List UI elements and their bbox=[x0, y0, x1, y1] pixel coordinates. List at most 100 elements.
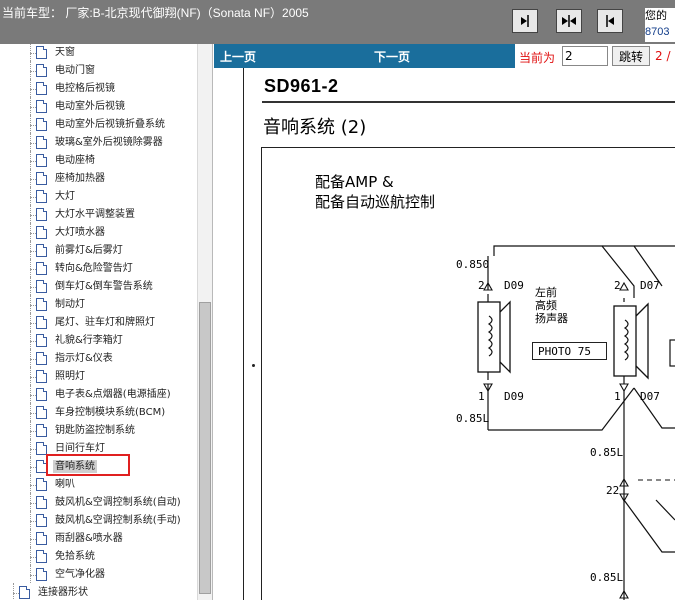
tree-connector bbox=[30, 421, 31, 439]
tree-connector bbox=[30, 61, 31, 79]
pin-number-label: 1 bbox=[478, 390, 485, 403]
tree-item-label: 鼓风机&空调控制系统(手动) bbox=[55, 515, 181, 526]
tree-item-label: 大灯 bbox=[55, 191, 75, 202]
document-icon bbox=[36, 532, 47, 545]
tree-connector bbox=[30, 187, 31, 205]
tree-item-label: 倒车灯&倒车警告系统 bbox=[55, 281, 153, 292]
connector-arrow bbox=[619, 383, 629, 393]
document-icon bbox=[36, 208, 47, 221]
tree-item-label: 制动灯 bbox=[55, 299, 85, 310]
document-icon bbox=[36, 82, 47, 95]
tree-item-label: 前雾灯&后雾灯 bbox=[55, 245, 123, 256]
document-icon bbox=[36, 334, 47, 347]
tree-item-label: 钥匙防盗控制系统 bbox=[55, 425, 135, 436]
photo-reference-box: PHOTO 75 bbox=[532, 342, 607, 360]
tree-connector bbox=[30, 493, 31, 511]
app-header: 当前车型： 厂家:B-北京现代御翔(NF)（Sonata NF）2005 您的 … bbox=[0, 0, 675, 44]
jump-button[interactable]: 跳转 bbox=[612, 46, 650, 66]
document-icon bbox=[36, 316, 47, 329]
document-icon bbox=[36, 190, 47, 203]
tree-item-label: 尾灯、驻车灯和牌照灯 bbox=[55, 317, 155, 328]
arrow-out-bar-icon bbox=[606, 15, 614, 27]
current-vehicle-label: 当前车型： 厂家:B-北京现代御翔(NF)（Sonata NF）2005 bbox=[2, 6, 309, 20]
page-number-input[interactable] bbox=[562, 46, 608, 66]
tree-item-label: 连接器形状 bbox=[38, 587, 88, 598]
document-icon bbox=[36, 424, 47, 437]
selection-highlight bbox=[46, 454, 130, 476]
tree-connector bbox=[30, 529, 31, 547]
scrollbar-thumb[interactable] bbox=[199, 302, 211, 594]
document-icon bbox=[36, 64, 47, 77]
next-page-link[interactable]: 下一页 bbox=[374, 48, 410, 65]
tree-item-label: 大灯喷水器 bbox=[55, 227, 105, 238]
document-icon bbox=[36, 514, 47, 527]
notice-number: 8703 bbox=[645, 26, 670, 38]
page-navigator: 当前为 跳转 2 / bbox=[515, 44, 675, 68]
document-icon bbox=[36, 550, 47, 563]
wire bbox=[655, 499, 675, 521]
speaker-label-line: 扬声器 bbox=[535, 312, 568, 325]
wire-spec-label: 0.850 bbox=[456, 258, 490, 271]
next-frame-button[interactable] bbox=[597, 9, 623, 33]
connector-arrow bbox=[619, 281, 629, 291]
notice-text: 您的 bbox=[645, 10, 667, 22]
document-icon bbox=[36, 478, 47, 491]
document-icon bbox=[19, 586, 30, 599]
tree-connector bbox=[30, 511, 31, 529]
speaker-horn bbox=[635, 302, 649, 380]
pin-number-label: 2 bbox=[614, 279, 621, 292]
document-icon bbox=[36, 388, 47, 401]
tree-connector bbox=[30, 331, 31, 349]
tree-item-label: 雨刮器&喷水器 bbox=[55, 533, 123, 544]
tree-connector bbox=[30, 457, 31, 475]
document-icon bbox=[36, 496, 47, 509]
document-icon bbox=[36, 280, 47, 293]
fit-page-button[interactable] bbox=[556, 9, 582, 33]
wiring-schematic bbox=[477, 245, 675, 600]
tree-item-label: 电动室外后视镜 bbox=[55, 101, 125, 112]
tree-connector bbox=[30, 151, 31, 169]
tree-item-label: 电子表&点烟器(电源插座) bbox=[55, 389, 171, 400]
document-icon bbox=[36, 46, 47, 59]
left-speaker-label: 左前 高频 扬声器 bbox=[535, 286, 568, 325]
document-icon bbox=[36, 226, 47, 239]
document-icon bbox=[36, 568, 47, 581]
arrow-into-bar-icon bbox=[521, 15, 529, 27]
tree-connector bbox=[30, 295, 31, 313]
page-counter: 2 / bbox=[655, 49, 671, 63]
document-icon bbox=[36, 100, 47, 113]
tree-item-label: 照明灯 bbox=[55, 371, 85, 382]
speaker-label-line: 左前 bbox=[535, 286, 557, 299]
tree-item-label: 电动门窗 bbox=[55, 65, 95, 76]
chapter-tree-panel: 天窗 电动门窗 电控格后视镜 电动室外后视镜 电动室外后视镜折叠系统 玻璃&室外后视镜除雾… bbox=[0, 44, 213, 600]
document-icon bbox=[36, 172, 47, 185]
tree-connector bbox=[30, 349, 31, 367]
tree-connector bbox=[30, 223, 31, 241]
document-toolbar: 上一页 下一页 当前为 跳转 2 / bbox=[214, 44, 675, 68]
tree-item-label: 玻璃&室外后视镜除雾器 bbox=[55, 137, 163, 148]
document-icon bbox=[36, 154, 47, 167]
double-arrow-icon bbox=[562, 15, 576, 27]
tree-connector bbox=[30, 277, 31, 295]
sidebar-scrollbar[interactable] bbox=[197, 44, 212, 600]
tree-connector bbox=[30, 79, 31, 97]
tree-connector bbox=[30, 385, 31, 403]
tree-item-label: 礼貌&行李箱灯 bbox=[55, 335, 123, 346]
prev-frame-button[interactable] bbox=[512, 9, 538, 33]
tree-connector bbox=[30, 547, 31, 565]
tree-item-label: 喇叭 bbox=[55, 479, 75, 490]
tree-item-label: 座椅加热器 bbox=[55, 173, 105, 184]
prev-page-link[interactable]: 上一页 bbox=[220, 48, 256, 65]
wire bbox=[623, 499, 675, 553]
tree-connector bbox=[30, 313, 31, 331]
document-icon bbox=[36, 262, 47, 275]
wire-spec-label: 0.85L bbox=[590, 571, 624, 584]
tree-item-label: 电动座椅 bbox=[55, 155, 95, 166]
wire-spec-label: 0.85L bbox=[590, 446, 624, 459]
document-icon bbox=[36, 118, 47, 131]
connector-id-label: D09 bbox=[504, 279, 524, 292]
document-icon bbox=[36, 298, 47, 311]
tree-item-label: 转向&危险警告灯 bbox=[55, 263, 133, 274]
document-icon bbox=[36, 370, 47, 383]
tree-connector bbox=[30, 115, 31, 133]
